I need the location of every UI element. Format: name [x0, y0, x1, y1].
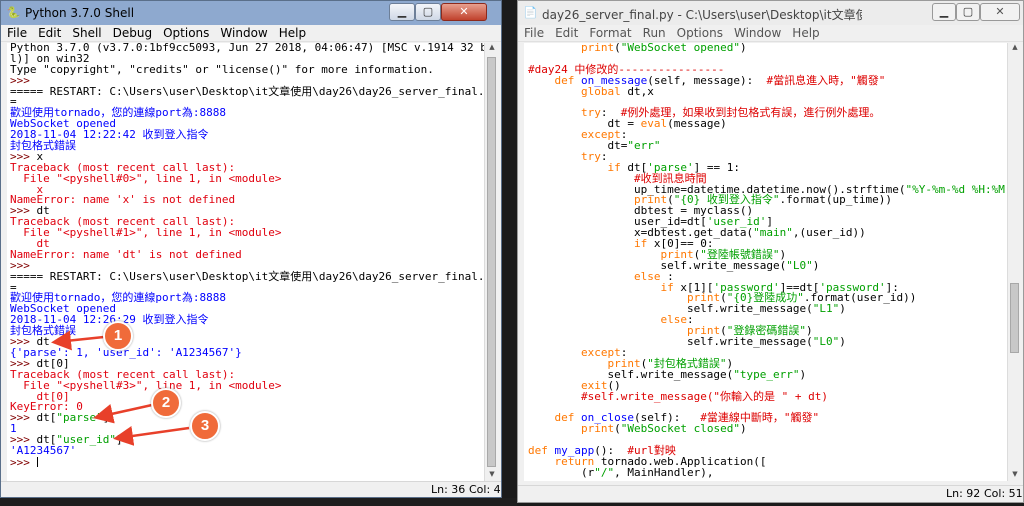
annotation-arrow-1 [51, 330, 105, 351]
background-strip [0, 498, 517, 506]
annotation-callout-3: 3 [190, 411, 220, 441]
annotation-arrow-2 [93, 403, 153, 424]
annotation-callout-1: 1 [103, 321, 133, 351]
annotation-arrow-3 [113, 426, 190, 446]
annotation-callout-2: 2 [151, 388, 181, 418]
annotation-arrows [51, 330, 190, 446]
